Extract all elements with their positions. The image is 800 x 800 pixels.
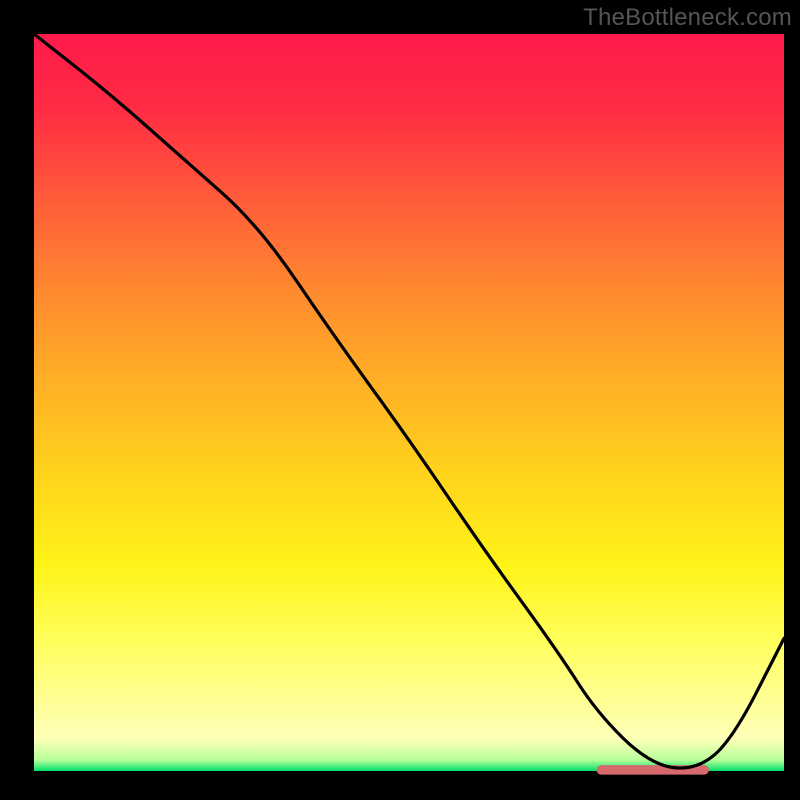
chart-stage: TheBottleneck.com [0, 0, 800, 800]
bottleneck-chart [0, 0, 800, 800]
watermark-label: TheBottleneck.com [583, 4, 792, 32]
plot-area [34, 34, 784, 771]
